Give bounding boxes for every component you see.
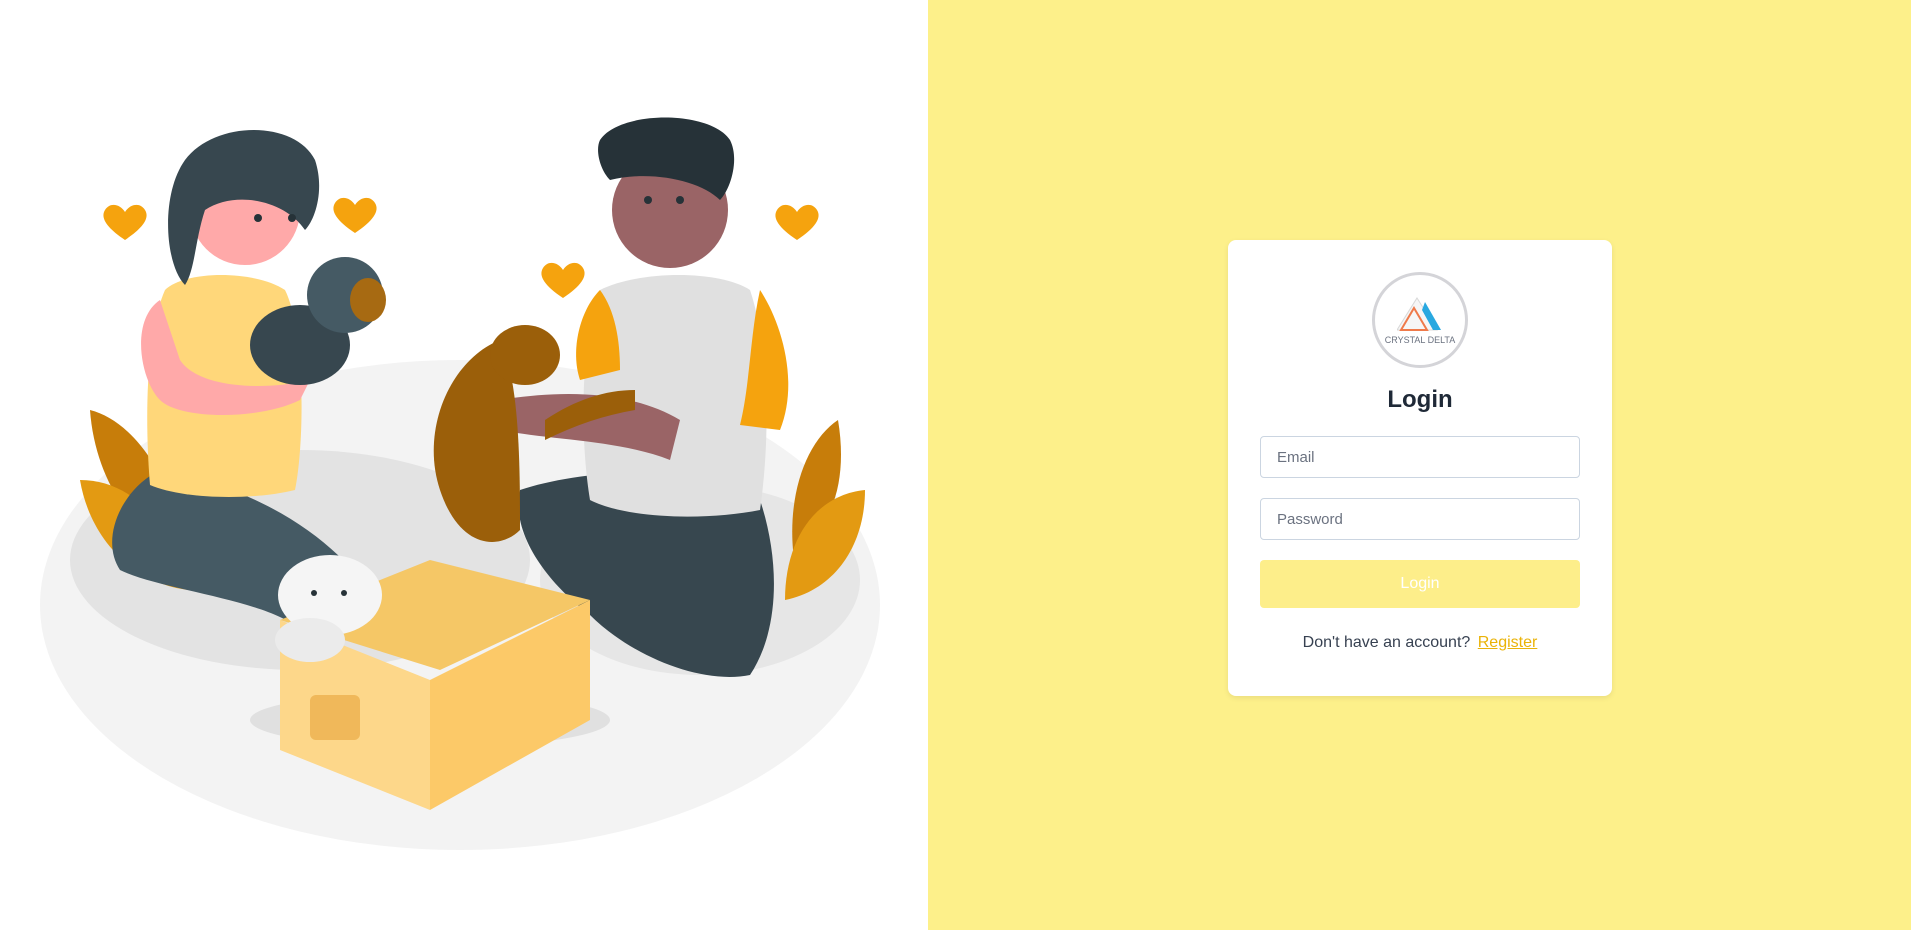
- email-field[interactable]: [1260, 436, 1580, 478]
- logo-text: CRYSTAL DELTA: [1384, 334, 1456, 345]
- register-row: Don't have an account? Register: [1260, 634, 1580, 652]
- register-link[interactable]: Register: [1478, 634, 1538, 651]
- page: CRYSTAL DELTA Login Login Don't have an …: [0, 0, 1911, 930]
- brand-logo: CRYSTAL DELTA: [1372, 272, 1468, 368]
- register-prompt: Don't have an account?: [1302, 634, 1471, 651]
- triangle-logo-icon: [1397, 296, 1441, 331]
- login-button[interactable]: Login: [1260, 560, 1580, 608]
- login-card: CRYSTAL DELTA Login Login Don't have an …: [1228, 240, 1612, 696]
- password-field[interactable]: [1260, 498, 1580, 540]
- illustration-panel: [0, 0, 928, 930]
- login-panel: CRYSTAL DELTA Login Login Don't have an …: [928, 0, 1911, 930]
- puppy-dark: [250, 257, 386, 385]
- login-title: Login: [1387, 386, 1453, 413]
- people-with-pets-illustration: [40, 117, 880, 850]
